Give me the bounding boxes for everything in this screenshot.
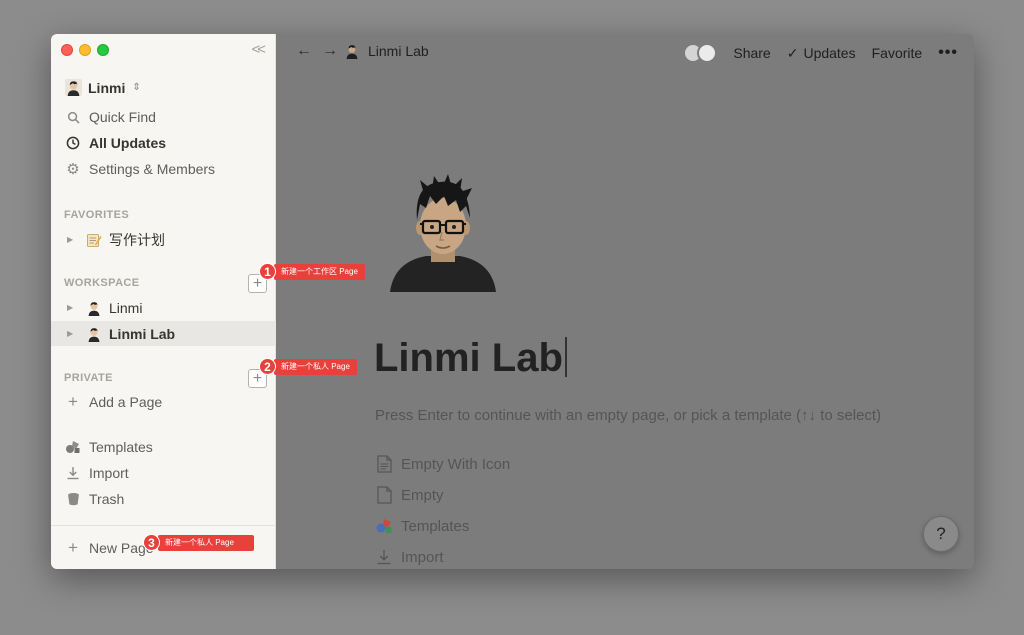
collapse-sidebar-icon[interactable]: << <box>251 41 265 58</box>
import-icon <box>375 548 393 566</box>
favorites-header: FAVORITES <box>64 209 130 221</box>
annotation-number: 2 <box>259 358 276 375</box>
add-a-page-label: Add a Page <box>89 394 163 410</box>
topbar-actions: Share ✓ Updates Favorite ••• <box>683 43 958 63</box>
annotation-2: 2 新建一个私人 Page <box>259 358 357 375</box>
share-button[interactable]: Share <box>733 45 770 61</box>
app-window: << Linmi ⇕ Quick Find All Updates ⚙ Sett… <box>51 34 974 569</box>
nav-trash[interactable]: Trash <box>51 487 276 511</box>
search-icon <box>65 109 81 125</box>
history-nav: ← → <box>296 42 338 60</box>
nav-import[interactable]: Import <box>51 461 276 485</box>
option-templates[interactable]: Templates <box>375 517 469 535</box>
annotation-number: 1 <box>259 263 276 280</box>
minimize-window-button[interactable] <box>79 44 91 56</box>
plus-icon: + <box>68 392 78 411</box>
expand-triangle-icon[interactable]: ▶ <box>67 303 79 312</box>
sidebar-divider <box>51 525 276 526</box>
avatar-icon <box>85 299 103 317</box>
expand-triangle-icon[interactable]: ▶ <box>67 329 79 338</box>
templates-icon <box>375 517 393 535</box>
option-empty-with-icon[interactable]: Empty With Icon <box>375 455 510 473</box>
annotation-label: 新建一个私人 Page <box>274 358 357 375</box>
main-content: ← → Linmi Lab Share ✓ Updates Favorite •… <box>276 34 974 569</box>
workspace-item-linmi-lab[interactable]: ▶ Linmi Lab <box>51 321 276 346</box>
back-arrow-icon[interactable]: ← <box>296 42 312 60</box>
workspace-switcher[interactable]: Linmi ⇕ <box>65 79 141 96</box>
avatar <box>697 43 718 63</box>
clock-icon <box>65 135 81 151</box>
expand-triangle-icon[interactable]: ▶ <box>67 235 79 244</box>
private-header: PRIVATE <box>64 372 113 384</box>
updates-button[interactable]: ✓ Updates <box>787 45 856 62</box>
option-empty[interactable]: Empty <box>375 486 444 504</box>
annotation-1: 1 新建一个工作区 Page <box>259 263 365 280</box>
add-a-page-button[interactable]: + Add a Page <box>51 390 276 414</box>
nav-settings-members[interactable]: ⚙ Settings & Members <box>51 157 276 181</box>
updates-label: Updates <box>803 45 856 61</box>
window-controls <box>61 44 109 56</box>
breadcrumb[interactable]: Linmi Lab <box>344 43 429 59</box>
sidebar: << Linmi ⇕ Quick Find All Updates ⚙ Sett… <box>51 34 276 569</box>
favorite-item-label: 写作计划 <box>109 231 165 248</box>
nav-label: All Updates <box>89 135 167 151</box>
templates-icon <box>65 439 81 455</box>
zoom-window-button[interactable] <box>97 44 109 56</box>
option-label: Empty With Icon <box>401 455 511 473</box>
avatar-icon <box>65 79 82 96</box>
annotation-label: 新建一个私人 Page <box>158 534 254 551</box>
annotation-label: 新建一个工作区 Page <box>274 263 365 280</box>
memo-icon <box>85 231 103 249</box>
option-label: Empty <box>401 486 444 504</box>
workspace-name: Linmi <box>88 79 126 96</box>
favorite-item[interactable]: ▶ 写作计划 <box>51 227 276 252</box>
option-label: Templates <box>401 517 470 535</box>
gear-icon: ⚙ <box>66 161 80 178</box>
nav-label: Settings & Members <box>89 161 216 177</box>
collaborator-avatars[interactable] <box>683 43 718 63</box>
avatar-icon <box>346 45 358 59</box>
annotation-3: 3 新建一个私人 Page <box>143 534 254 551</box>
workspace-item-linmi[interactable]: ▶ Linmi <box>51 295 276 320</box>
nav-label: Quick Find <box>89 109 156 125</box>
template-hint: Press Enter to continue with an empty pa… <box>375 407 882 424</box>
import-icon <box>65 465 81 481</box>
blank-doc-icon <box>375 486 393 504</box>
nav-all-updates[interactable]: All Updates <box>51 131 276 155</box>
plus-icon: + <box>68 538 78 557</box>
doc-icon <box>375 455 393 473</box>
annotation-number: 3 <box>143 534 160 551</box>
help-button[interactable]: ? <box>923 516 959 552</box>
nav-label: Import <box>89 465 129 481</box>
chevron-updown-icon: ⇕ <box>132 82 141 93</box>
trash-icon <box>65 491 81 507</box>
page-title-text: Linmi Lab <box>374 336 563 380</box>
topbar: ← → Linmi Lab Share ✓ Updates Favorite •… <box>276 34 974 70</box>
checkmark-icon: ✓ <box>786 44 799 61</box>
nav-label: Templates <box>89 439 153 455</box>
nav-templates[interactable]: Templates <box>51 435 276 459</box>
nav-label: Trash <box>89 491 125 507</box>
workspace-item-label: Linmi <box>109 299 143 316</box>
workspace-header: WORKSPACE <box>64 277 140 289</box>
favorite-button[interactable]: Favorite <box>872 45 923 61</box>
option-label: Import <box>401 548 444 566</box>
more-options-icon[interactable]: ••• <box>938 44 958 62</box>
nav-quick-find[interactable]: Quick Find <box>51 105 276 129</box>
option-import[interactable]: Import <box>375 548 444 566</box>
page-icon-avatar[interactable] <box>384 174 502 292</box>
text-caret <box>564 337 567 377</box>
breadcrumb-label: Linmi Lab <box>368 43 429 59</box>
page-title[interactable]: Linmi Lab <box>374 336 567 381</box>
workspace-item-label: Linmi Lab <box>109 325 176 342</box>
avatar-icon <box>85 325 103 343</box>
close-window-button[interactable] <box>61 44 73 56</box>
forward-arrow-icon[interactable]: → <box>322 42 338 60</box>
